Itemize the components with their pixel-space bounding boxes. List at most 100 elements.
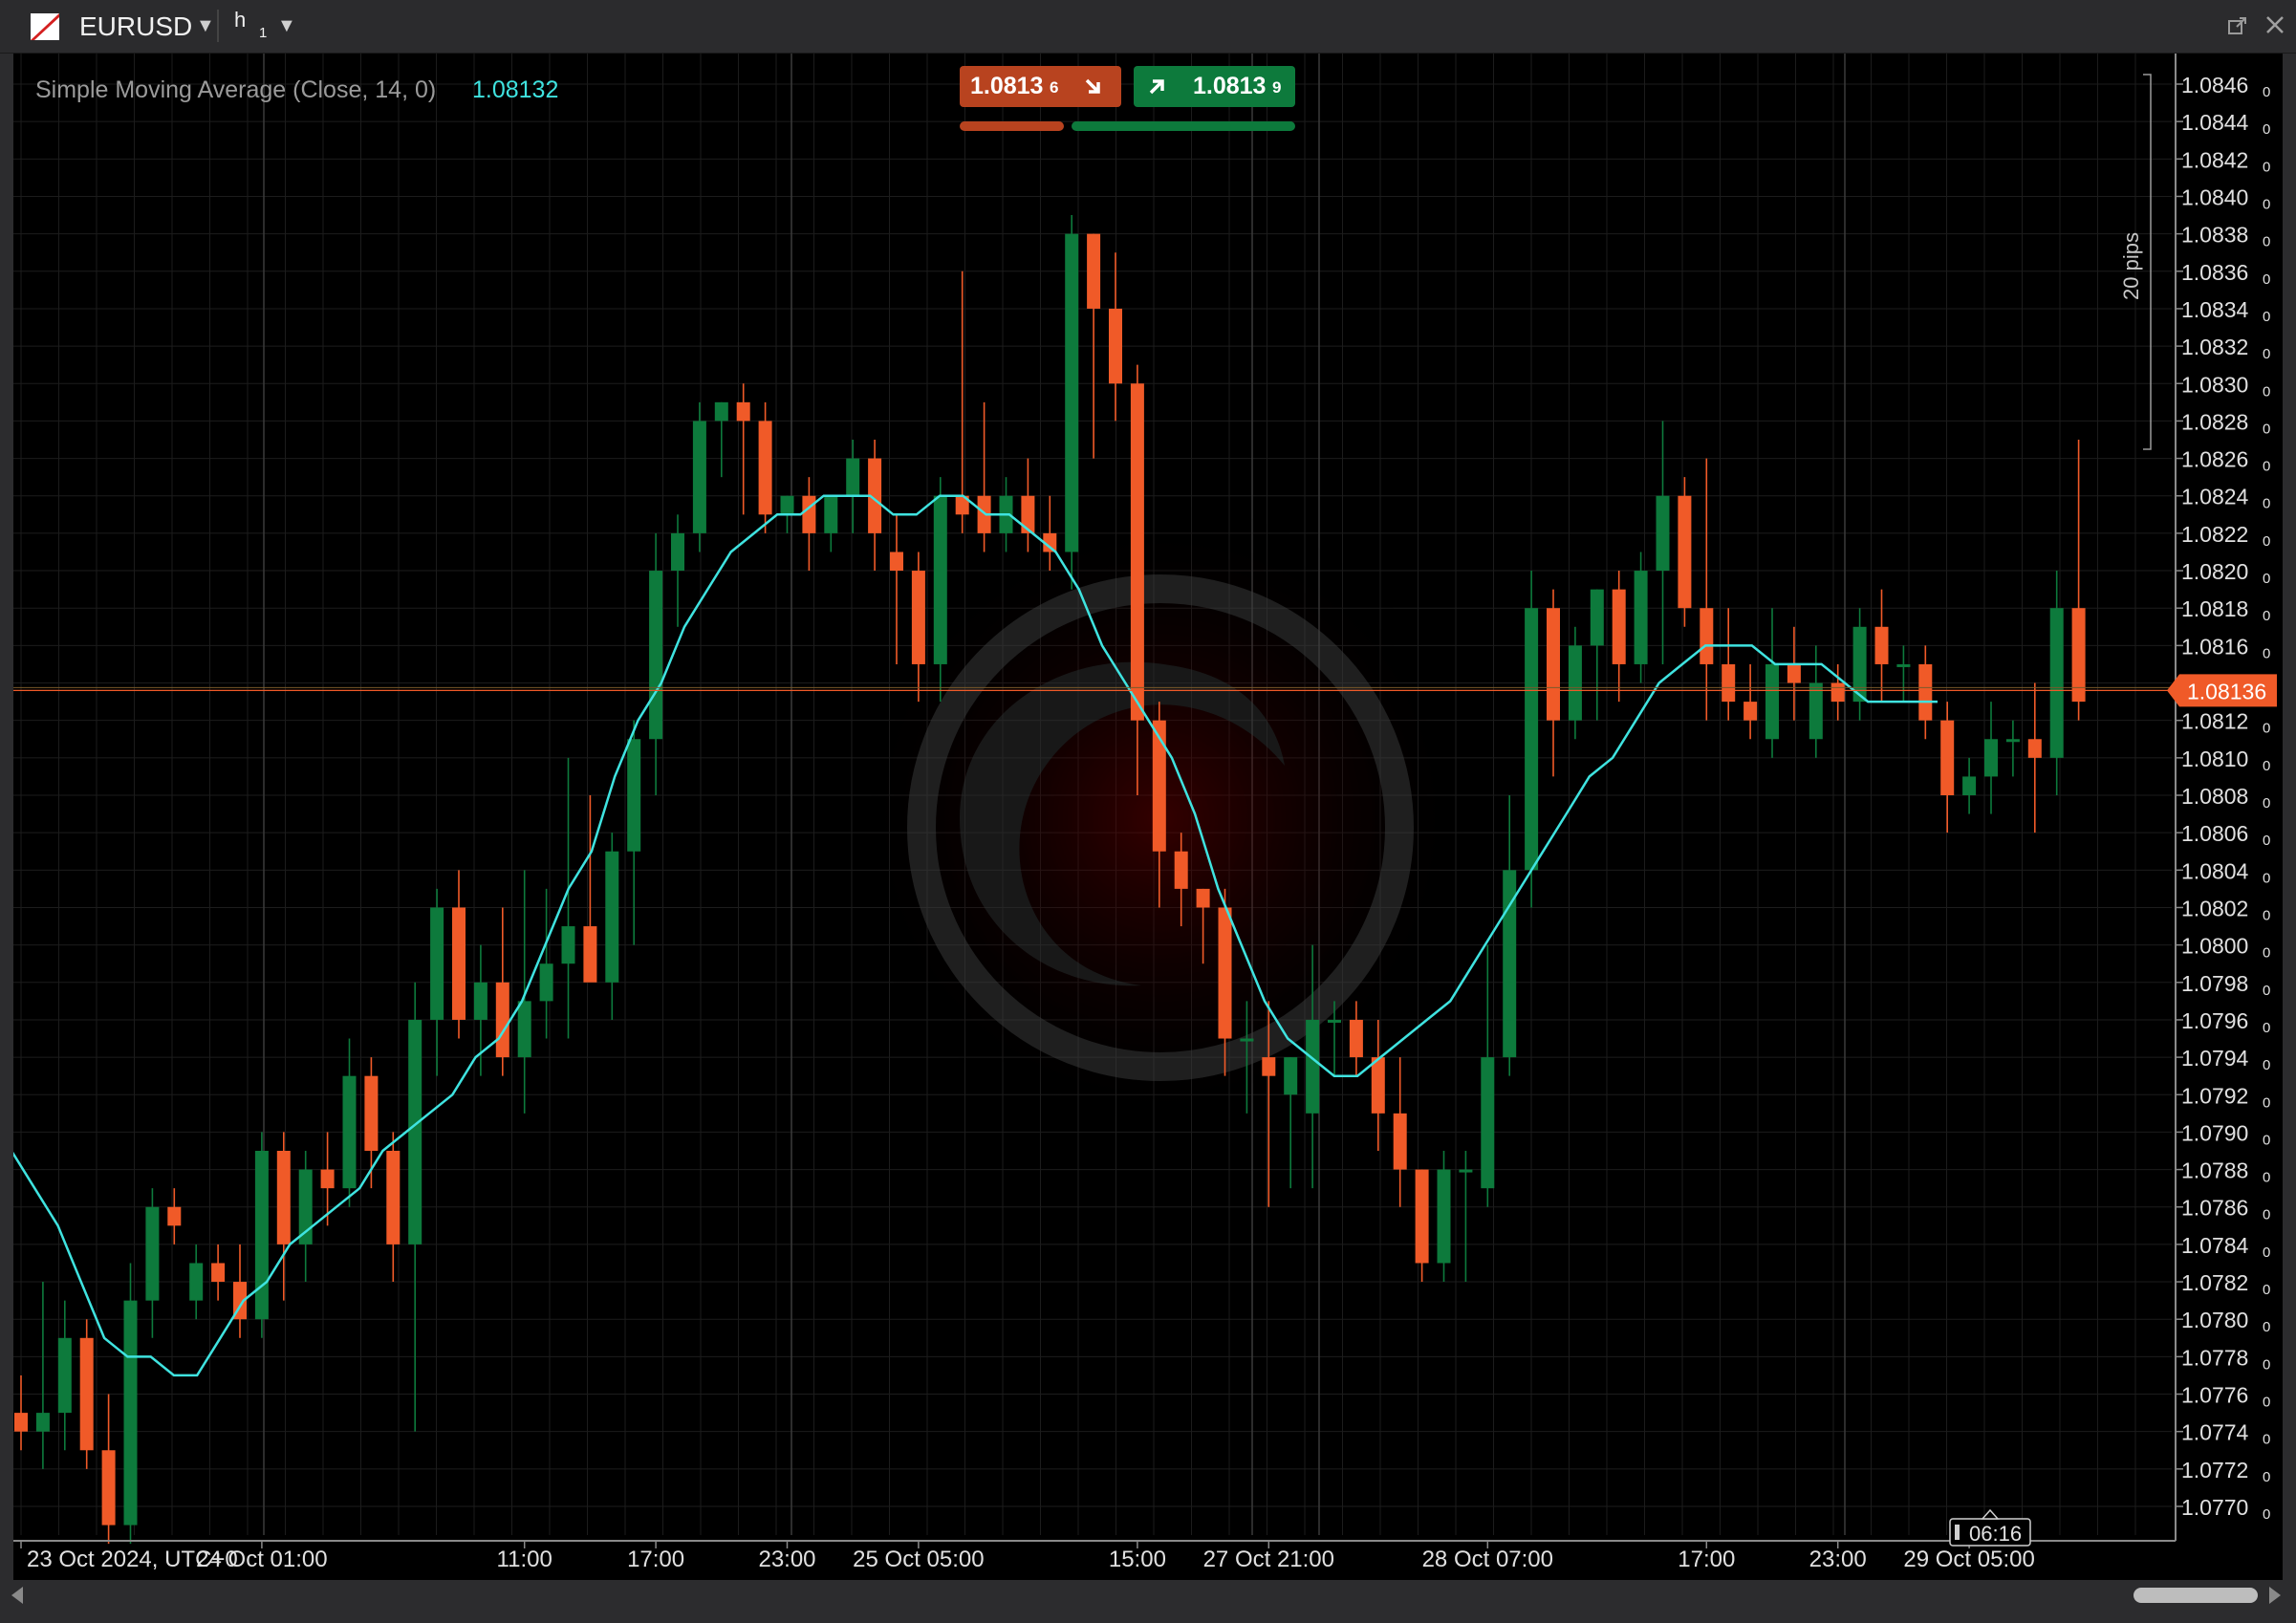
- y-tick-label: 1.0788: [2181, 1158, 2248, 1183]
- candle-body: [167, 1206, 182, 1226]
- candle-body: [79, 1337, 94, 1451]
- y-tick-label: 1.0836: [2181, 260, 2248, 285]
- y-tick-label-subdigit: 0: [2263, 346, 2270, 362]
- candle-body: [1130, 383, 1144, 721]
- y-tick-label: 1.0774: [2181, 1420, 2249, 1445]
- candle-body: [1809, 682, 1823, 740]
- candle-body: [1152, 720, 1166, 852]
- candle-body: [408, 1019, 422, 1244]
- candle-body: [1174, 851, 1188, 889]
- candle[interactable]: [692, 401, 706, 552]
- caret-down-icon[interactable]: ▼: [196, 15, 215, 37]
- candle[interactable]: [79, 1319, 94, 1469]
- y-tick-label: 1.0786: [2181, 1196, 2248, 1221]
- countdown-text: 06:16: [1969, 1522, 2022, 1546]
- candle[interactable]: [1065, 215, 1079, 590]
- close-icon[interactable]: [2264, 13, 2286, 36]
- x-tick-label: 17:00: [1678, 1547, 1735, 1572]
- candle-body: [1437, 1169, 1451, 1264]
- y-tick-label: 1.0826: [2181, 447, 2248, 472]
- buy-button[interactable]: 1.0813 9: [1134, 66, 1295, 107]
- y-tick-label: 1.0782: [2181, 1270, 2248, 1295]
- y-tick-label: 1.0798: [2181, 971, 2248, 996]
- candle-body: [911, 571, 925, 664]
- y-tick-label-subdigit: 0: [2263, 383, 2270, 400]
- y-tick-label: 1.0806: [2181, 821, 2248, 846]
- caret-down-icon[interactable]: ▼: [277, 15, 296, 37]
- candle-body: [2049, 608, 2064, 758]
- candle-body: [692, 421, 706, 533]
- timeframe-selector[interactable]: h: [234, 8, 246, 32]
- candle-body: [1371, 1057, 1385, 1114]
- candle-body: [933, 495, 947, 664]
- candle[interactable]: [254, 1132, 269, 1338]
- x-tick-label: 25 Oct 05:00: [853, 1547, 984, 1572]
- y-tick-label-subdigit: 0: [2263, 196, 2270, 212]
- y-tick-label-subdigit: 0: [2263, 159, 2270, 175]
- x-tick-label: 11:00: [497, 1547, 552, 1572]
- y-tick-label: 1.0792: [2181, 1083, 2248, 1108]
- chart-area[interactable]: 1.0846 0 1.0844 0 1.0842 0 1.0840 0 1.0838 0 1.083…: [13, 54, 2283, 1580]
- symbol-selector[interactable]: EURUSD: [79, 11, 192, 42]
- scroll-right-icon[interactable]: [2267, 1585, 2283, 1606]
- current-price-tag: 1.08136: [2167, 674, 2277, 707]
- y-tick-label: 1.0844: [2181, 110, 2249, 135]
- candle[interactable]: [1525, 571, 1539, 908]
- candle-body: [1547, 608, 1560, 721]
- scroll-left-icon[interactable]: [10, 1585, 25, 1606]
- sell-sentiment-bar: [960, 121, 1064, 131]
- candle-body: [1612, 589, 1626, 664]
- countdown-bar-icon: [1955, 1525, 1960, 1540]
- candle-body: [2005, 739, 2020, 743]
- candle-body: [276, 1151, 291, 1244]
- candle[interactable]: [1678, 477, 1692, 627]
- candle-body: [1787, 663, 1801, 683]
- indicator-value: 1.08132: [472, 76, 559, 103]
- detach-icon[interactable]: [2227, 15, 2248, 36]
- candle-body: [35, 1413, 50, 1432]
- indicator-label[interactable]: Simple Moving Average (Close, 14, 0): [35, 76, 436, 104]
- candle-body: [101, 1450, 116, 1526]
- x-tick-label: 24 Oct 01:00: [196, 1547, 327, 1572]
- candle-body: [649, 571, 663, 740]
- candle-body: [714, 401, 728, 422]
- y-tick-label: 1.0828: [2181, 409, 2248, 434]
- price-chart[interactable]: 1.0846 0 1.0844 0 1.0842 0 1.0840 0 1.0838 0 1.083…: [13, 54, 2283, 1580]
- y-tick-label-subdigit: 0: [2263, 1170, 2270, 1186]
- y-tick-label: 1.0816: [2181, 634, 2248, 659]
- candle-body: [320, 1169, 335, 1189]
- pips-ruler-label: 20 pips: [2119, 232, 2143, 300]
- candle-body: [1678, 495, 1692, 609]
- candle-body: [342, 1075, 357, 1189]
- y-tick-label-subdigit: 0: [2263, 1094, 2270, 1111]
- candle[interactable]: [758, 401, 772, 533]
- candle-body: [473, 982, 487, 1020]
- y-tick-label-subdigit: 0: [2263, 721, 2270, 737]
- candle-body: [1459, 1169, 1473, 1173]
- y-tick-label: 1.0794: [2181, 1046, 2249, 1071]
- x-tick-label: 27 Oct 21:00: [1203, 1547, 1334, 1572]
- y-tick-label: 1.0812: [2181, 709, 2248, 734]
- symbol-flag-icon: [31, 13, 59, 40]
- candle[interactable]: [1437, 1151, 1451, 1283]
- buy-price-pip: 9: [1272, 78, 1282, 97]
- y-tick-label: 1.0776: [2181, 1383, 2248, 1408]
- candle[interactable]: [1634, 552, 1648, 683]
- separator: [217, 10, 219, 42]
- y-tick-label: 1.0800: [2181, 934, 2248, 959]
- candle-body: [1284, 1057, 1298, 1095]
- candle-body: [627, 739, 641, 852]
- y-tick-label-subdigit: 0: [2263, 1432, 2270, 1448]
- candle-body: [123, 1300, 138, 1526]
- candle[interactable]: [123, 1263, 138, 1545]
- y-tick-label-subdigit: 0: [2263, 309, 2270, 325]
- y-tick-label: 1.0770: [2181, 1495, 2248, 1520]
- candle-body: [1262, 1057, 1276, 1076]
- horizontal-scrollbar[interactable]: [0, 1580, 2296, 1623]
- scrollbar-thumb[interactable]: [2134, 1588, 2258, 1603]
- sell-button[interactable]: 1.0813 6: [960, 66, 1121, 107]
- candle-body: [1393, 1113, 1407, 1170]
- y-tick-label: 1.0846: [2181, 73, 2248, 97]
- candle-body: [145, 1206, 160, 1301]
- y-tick-label-subdigit: 0: [2263, 833, 2270, 849]
